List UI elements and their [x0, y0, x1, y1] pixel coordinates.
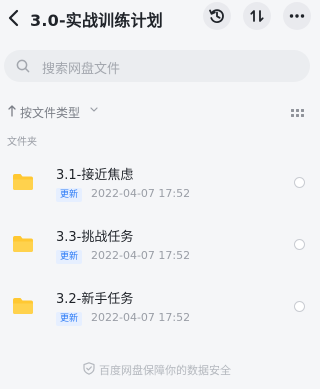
list-item[interactable]: 3.1-接近焦虑 更新 2022-04-07 17:52: [0, 158, 320, 214]
file-name: 3.2-新手任务: [56, 292, 134, 307]
select-radio[interactable]: [294, 301, 305, 312]
select-radio[interactable]: [294, 239, 305, 250]
search-input[interactable]: 搜索网盘文件: [4, 50, 310, 82]
back-button[interactable]: [4, 6, 26, 30]
security-footer: 百度网盘保障你的数据安全: [0, 360, 320, 378]
list-item[interactable]: 3.3-挑战任务 更新 2022-04-07 17:52: [0, 220, 320, 276]
grid-view-icon[interactable]: [291, 109, 305, 119]
sort-type-dropdown[interactable]: 按文件类型: [20, 104, 80, 121]
file-name: 3.1-接近焦虑: [56, 168, 134, 183]
more-horizontal-icon: [289, 14, 305, 18]
chevron-left-icon: [8, 9, 19, 27]
search-icon: [16, 59, 30, 73]
arrow-up-icon: [8, 105, 16, 117]
update-badge: 更新: [56, 250, 83, 264]
history-button[interactable]: [203, 2, 231, 30]
footer-text: 百度网盘保障你的数据安全: [99, 364, 231, 377]
file-date: 2022-04-07 17:52: [91, 249, 191, 262]
folder-icon: [13, 298, 33, 314]
chevron-down-icon: [90, 107, 98, 112]
list-item[interactable]: 3.2-新手任务 更新 2022-04-07 17:52: [0, 282, 320, 338]
folder-icon: [13, 236, 33, 252]
update-badge: 更新: [56, 312, 83, 326]
section-label: 文件夹: [7, 137, 37, 148]
file-name: 3.3-挑战任务: [56, 230, 134, 245]
file-date: 2022-04-07 17:52: [91, 187, 191, 200]
sort-button[interactable]: [243, 2, 271, 30]
search-placeholder: 搜索网盘文件: [42, 62, 121, 77]
update-badge: 更新: [56, 188, 83, 202]
shield-icon: [83, 362, 95, 375]
select-radio[interactable]: [294, 177, 305, 188]
folder-icon: [13, 174, 33, 190]
file-date: 2022-04-07 17:52: [91, 311, 191, 324]
more-button[interactable]: [283, 2, 311, 30]
sort-arrows-icon: [250, 10, 264, 22]
page-title: 3.0-实战训练计划: [30, 11, 163, 30]
sort-bar: 按文件类型: [0, 102, 320, 122]
history-icon: [209, 9, 224, 24]
header: 3.0-实战训练计划: [0, 0, 320, 36]
